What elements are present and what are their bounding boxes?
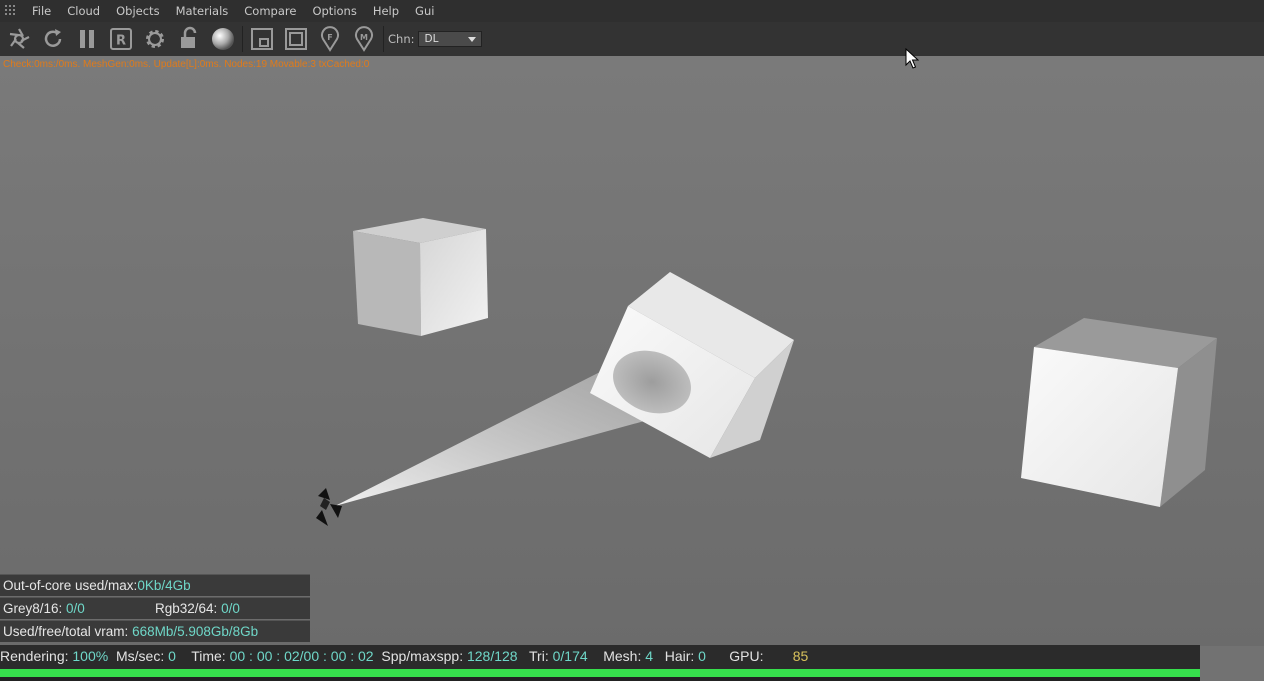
status-bar: Rendering: 100% Ms/sec: 0 Time: 00 : 00 …	[0, 645, 1200, 669]
pause-button[interactable]	[72, 24, 102, 54]
vram-panel: Used/free/total vram: 668Mb/5.908Gb/8Gb	[0, 620, 310, 642]
material-pin-icon: M	[355, 26, 373, 52]
grey-label: Grey8/16:	[3, 601, 63, 616]
rendering-label: Rendering:	[0, 648, 69, 664]
rgb-value: 0/0	[221, 601, 240, 616]
camera-aperture-button[interactable]	[4, 24, 34, 54]
menu-cloud[interactable]: Cloud	[59, 0, 108, 22]
menu-file[interactable]: File	[24, 0, 59, 22]
menu-bar: File Cloud Objects Materials Compare Opt…	[0, 0, 1264, 23]
out-of-core-panel: Out-of-core used/max:0Kb/4Gb	[0, 574, 310, 596]
refresh-button[interactable]	[38, 24, 68, 54]
mesh-value: 4	[645, 648, 654, 664]
svg-text:R: R	[116, 34, 126, 49]
film-region-button[interactable]	[281, 24, 311, 54]
vram-value: 668Mb/5.908Gb/8Gb	[132, 624, 259, 639]
gear-icon	[146, 30, 164, 48]
channel-label: Chn:	[388, 32, 415, 46]
render-progress-fill	[0, 669, 1200, 677]
r-render-icon: R	[110, 28, 132, 50]
menu-help[interactable]: Help	[365, 0, 407, 22]
vram-label: Used/free/total vram:	[3, 624, 129, 639]
material-sphere-icon	[212, 28, 234, 50]
region-icon	[251, 28, 273, 50]
menu-materials[interactable]: Materials	[168, 0, 237, 22]
mesh-label: Mesh:	[603, 648, 642, 664]
menu-options[interactable]: Options	[304, 0, 364, 22]
chevron-down-icon	[468, 36, 477, 42]
film-region-icon	[285, 28, 307, 50]
refresh-icon	[44, 29, 62, 47]
toolbar-divider	[242, 26, 243, 52]
grey-value: 0/0	[66, 601, 85, 616]
menu-gui[interactable]: Gui	[407, 0, 442, 22]
spp-value: 128/128	[466, 648, 518, 664]
lock-button[interactable]	[174, 24, 204, 54]
focus-pin-icon: F	[321, 26, 339, 52]
ms-label: Ms/sec:	[115, 648, 165, 664]
channel-select[interactable]: DL	[418, 31, 483, 47]
toolbar-divider	[383, 26, 384, 52]
rgb-group: Rgb32/64: 0/0	[155, 598, 240, 620]
hair-value: 0	[698, 648, 706, 664]
texture-memory-panel: Grey8/16: 0/0 Rgb32/64: 0/0	[0, 597, 310, 619]
spp-label: Spp/maxspp:	[381, 648, 464, 664]
rendering-value: 100%	[72, 648, 109, 664]
tri-label: Tri:	[529, 648, 549, 664]
render-r-button[interactable]: R	[106, 24, 136, 54]
svg-text:M: M	[360, 33, 368, 42]
ooc-value: 0Kb/4Gb	[137, 578, 191, 593]
render-viewport[interactable]	[0, 56, 1264, 646]
menu-objects[interactable]: Objects	[108, 0, 167, 22]
time-label: Time:	[191, 648, 226, 664]
gpu-value: 85	[792, 648, 809, 664]
pause-icon	[80, 30, 94, 48]
mouse-cursor-icon	[905, 48, 919, 69]
channel-select-value: DL	[424, 33, 439, 45]
stats-readout: Check:0ms:/0ms. MeshGen:0ms. Update[L]:0…	[3, 59, 370, 70]
region-button[interactable]	[247, 24, 277, 54]
focus-pick-button[interactable]: F	[315, 24, 345, 54]
svg-text:F: F	[327, 33, 332, 42]
tri-value: 0/174	[552, 648, 588, 664]
material-pick-button[interactable]: M	[349, 24, 379, 54]
app-grip-icon[interactable]	[4, 4, 18, 18]
menu-compare[interactable]: Compare	[236, 0, 304, 22]
gpu-label: GPU:	[729, 648, 764, 664]
ooc-label: Out-of-core used/max:	[3, 578, 138, 593]
time-value: 00 : 00 : 02/00 : 00 : 02	[229, 648, 374, 664]
rgb-label: Rgb32/64:	[155, 601, 218, 616]
hair-label: Hair:	[664, 648, 695, 664]
cube-right	[1021, 318, 1217, 507]
toolbar: R F M Chn: DL	[0, 22, 1264, 56]
camera-aperture-icon	[9, 28, 30, 49]
material-preview-button[interactable]	[208, 24, 238, 54]
ms-value: 0	[168, 648, 176, 664]
cube-left	[353, 218, 488, 336]
unlock-icon	[181, 26, 197, 48]
render-progress-bar	[0, 669, 1200, 681]
settings-button[interactable]	[140, 24, 170, 54]
